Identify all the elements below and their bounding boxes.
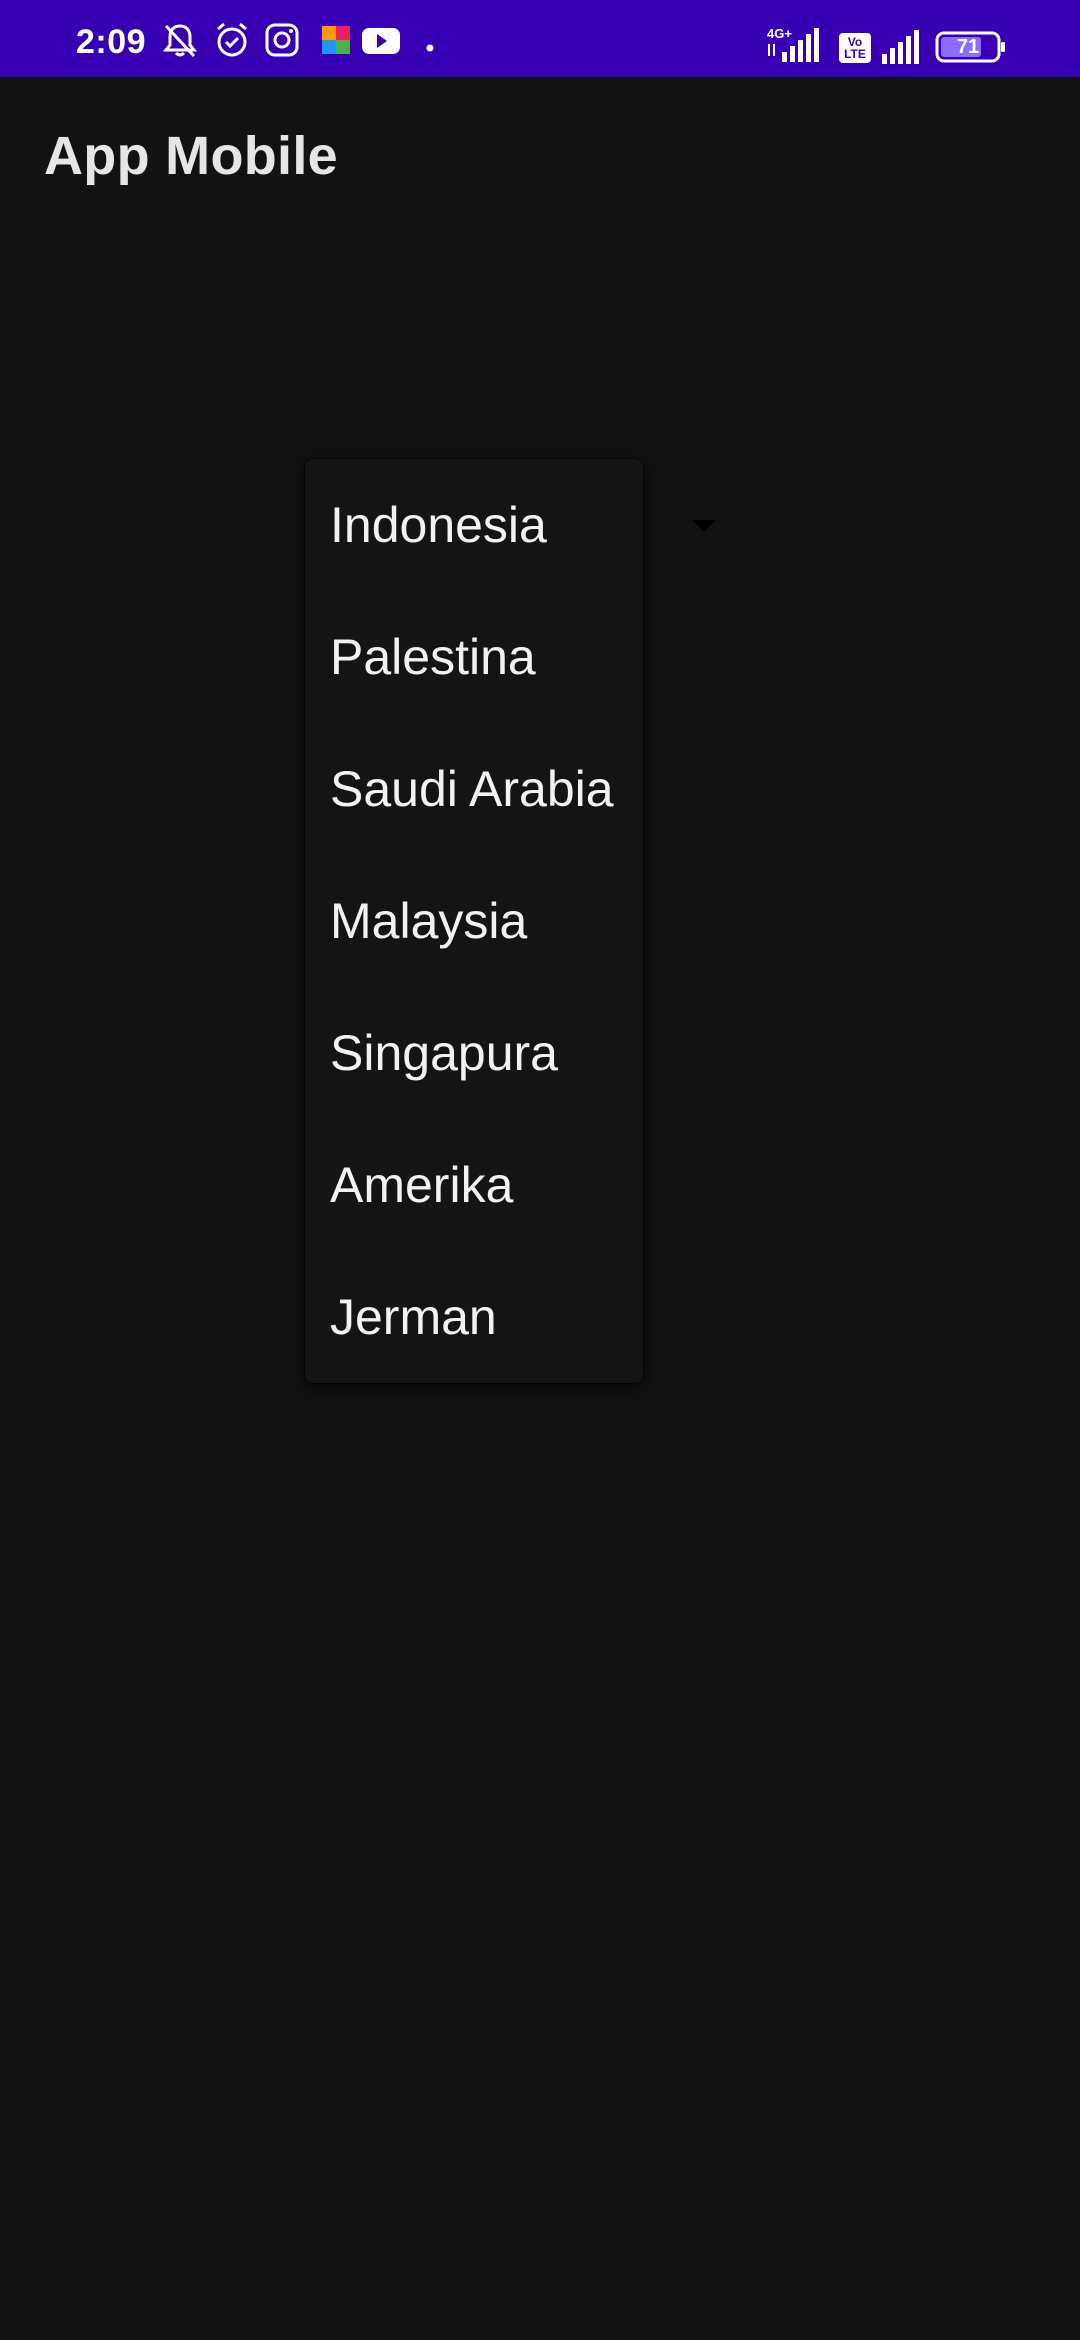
country-dropdown-popup: Indonesia Palestina Saudi Arabia Malaysi… bbox=[305, 459, 643, 1383]
status-time: 2:09 bbox=[76, 23, 147, 61]
network-1-label: 4G+ bbox=[767, 26, 792, 41]
dropdown-option[interactable]: Indonesia bbox=[305, 459, 643, 591]
spinner-dropdown-arrow-icon[interactable] bbox=[690, 518, 718, 534]
dropdown-option[interactable]: Singapura bbox=[305, 987, 643, 1119]
signal-4g-icon: 4G+ bbox=[766, 26, 826, 66]
dropdown-option[interactable]: Malaysia bbox=[305, 855, 643, 987]
battery-level: 71 bbox=[956, 36, 980, 58]
alarm-icon bbox=[212, 20, 252, 60]
dropdown-option[interactable]: Saudi Arabia bbox=[305, 723, 643, 855]
app-title: App Mobile bbox=[44, 126, 338, 186]
network-2-label: Vo LTE bbox=[844, 35, 866, 61]
youtube-icon bbox=[360, 20, 402, 60]
status-bar: 2:09 4G+ Vo LTE 71 bbox=[0, 0, 1080, 77]
signal-icon bbox=[880, 30, 924, 66]
dropdown-option[interactable]: Palestina bbox=[305, 591, 643, 723]
notifications-muted-icon bbox=[160, 20, 200, 60]
dot-icon bbox=[425, 43, 435, 53]
app-bar: App Mobile bbox=[0, 77, 1080, 237]
instagram-icon bbox=[262, 20, 302, 60]
app-icon bbox=[316, 20, 356, 60]
dropdown-option[interactable]: Jerman bbox=[305, 1251, 643, 1383]
dropdown-option[interactable]: Amerika bbox=[305, 1119, 643, 1251]
